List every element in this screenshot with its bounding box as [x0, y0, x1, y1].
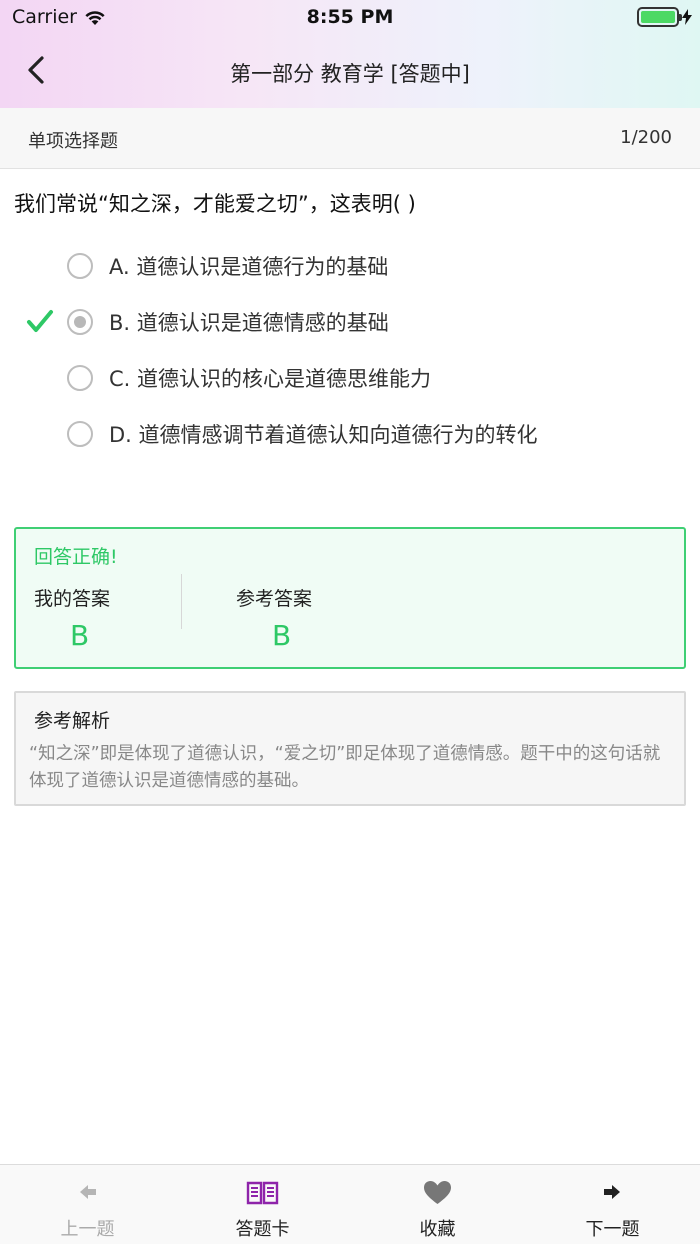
checkmark-icon — [27, 310, 53, 332]
option-d-radio[interactable] — [67, 421, 93, 447]
option-c[interactable]: C. 道德认识的核心是道德思维能力 — [0, 353, 700, 401]
option-c-label: C. 道德认识的核心是道德思维能力 — [109, 367, 432, 391]
arrow-left-icon — [80, 1185, 96, 1199]
navigation-bar: 第一部分 教育学 [答题中] — [0, 36, 700, 108]
question-type-bar: 单项选择题 1/200 — [0, 108, 700, 169]
option-b[interactable]: B. 道德认识是道德情感的基础 — [0, 297, 700, 345]
option-d-label: D. 道德情感调节着道德认知向道德行为的转化 — [109, 423, 538, 447]
answer-result-panel: 回答正确! 我的答案 参考答案 B B — [14, 527, 686, 669]
favorite-label: 收藏 — [419, 1219, 456, 1240]
arrow-right-icon — [604, 1185, 620, 1199]
battery-fill — [641, 11, 675, 23]
previous-question-button[interactable]: 上一题 — [0, 1165, 175, 1244]
next-question-button[interactable]: 下一题 — [525, 1165, 700, 1244]
battery-icon — [637, 7, 682, 27]
question-type-label: 单项选择题 — [28, 131, 118, 152]
favorite-button[interactable]: 收藏 — [350, 1165, 525, 1244]
answer-card-button[interactable]: 答题卡 — [175, 1165, 350, 1244]
analysis-text: “知之深”即是体现了道德认识，“爱之切”即足体现了道德情感。题干中的这句话就体现… — [29, 744, 661, 791]
answer-card-label: 答题卡 — [235, 1219, 290, 1240]
status-bar: Carrier 8:55 PM — [0, 0, 700, 36]
analysis-title: 参考解析 — [34, 710, 111, 732]
my-answer-label: 我的答案 — [34, 588, 111, 610]
question-text: 我们常说“知之深，才能爱之切”，这表明( ) — [14, 192, 416, 216]
previous-question-label: 上一题 — [60, 1219, 115, 1240]
option-d[interactable]: D. 道德情感调节着道德认知向道德行为的转化 — [0, 409, 700, 457]
battery-nub — [679, 14, 682, 21]
page-title: 第一部分 教育学 [答题中] — [230, 62, 470, 86]
status-time: 8:55 PM — [306, 6, 394, 28]
option-a[interactable]: A. 道德认识是道德行为的基础 — [0, 241, 700, 289]
question-counter: 1/200 — [620, 127, 672, 148]
reference-answer-value: B — [272, 619, 292, 652]
heart-icon — [424, 1181, 451, 1204]
option-b-label: B. 道德认识是道德情感的基础 — [109, 311, 389, 335]
analysis-panel: 参考解析 “知之深”即是体现了道德认识，“爱之切”即足体现了道德情感。题干中的这… — [14, 691, 686, 806]
result-divider — [181, 574, 182, 629]
my-answer-value: B — [70, 619, 90, 652]
option-a-radio[interactable] — [67, 253, 93, 279]
battery-group — [637, 7, 692, 27]
option-b-radio[interactable] — [67, 309, 93, 335]
result-status: 回答正确! — [34, 546, 118, 568]
option-c-radio[interactable] — [67, 365, 93, 391]
open-book-icon — [246, 1181, 279, 1205]
reference-answer-label: 参考答案 — [236, 588, 313, 610]
charging-bolt-icon — [682, 9, 692, 25]
next-question-label: 下一题 — [585, 1219, 640, 1240]
option-a-label: A. 道德认识是道德行为的基础 — [109, 255, 389, 279]
bottom-tab-bar: 上一题 答题卡 收藏 下一题 — [0, 1164, 700, 1244]
